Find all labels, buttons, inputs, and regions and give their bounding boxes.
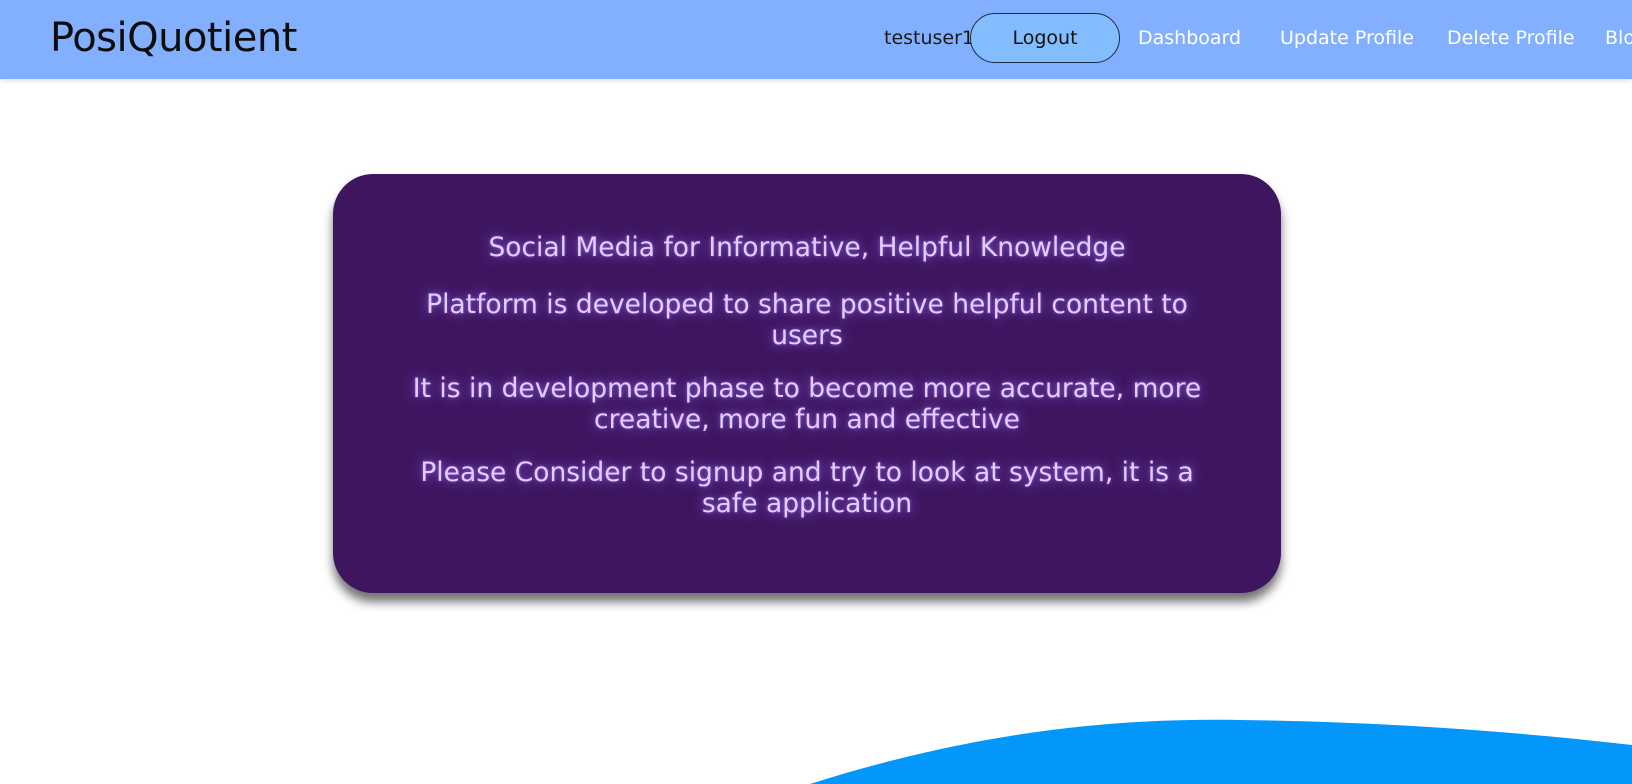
nav-link-delete-profile[interactable]: Delete Profile bbox=[1447, 26, 1575, 50]
page: PosiQuotient testuser1 Logout Dashboard … bbox=[0, 0, 1632, 784]
nav-link-blog[interactable]: Blo bbox=[1605, 26, 1632, 50]
username-label: testuser1 bbox=[884, 27, 975, 49]
nav-link-dashboard[interactable]: Dashboard bbox=[1138, 26, 1241, 50]
nav-link-update-profile[interactable]: Update Profile bbox=[1280, 26, 1414, 50]
card-text-development: It is in development phase to become mor… bbox=[412, 373, 1202, 435]
info-card: Social Media for Informative, Helpful Kn… bbox=[333, 174, 1281, 593]
top-navbar: PosiQuotient testuser1 Logout Dashboard … bbox=[0, 0, 1632, 79]
card-text-signup: Please Consider to signup and try to loo… bbox=[420, 457, 1194, 519]
logout-button[interactable]: Logout bbox=[970, 13, 1120, 63]
card-heading: Social Media for Informative, Helpful Kn… bbox=[488, 232, 1126, 263]
brand-logo-text[interactable]: PosiQuotient bbox=[50, 13, 297, 63]
card-text-platform: Platform is developed to share positive … bbox=[426, 289, 1188, 351]
